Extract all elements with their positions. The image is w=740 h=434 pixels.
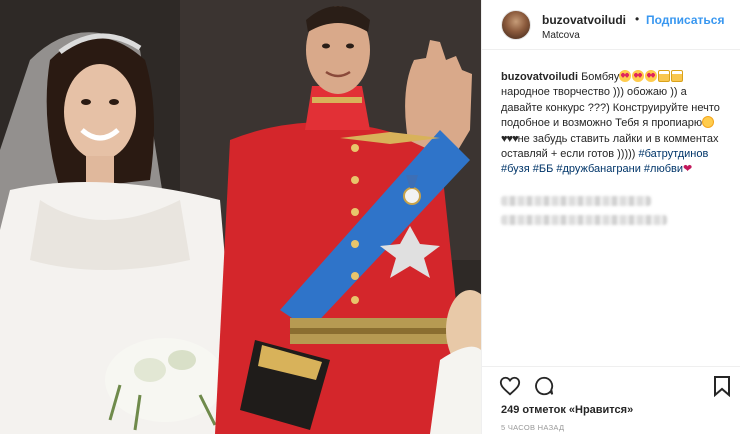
header-username[interactable]: buzovatvoiludi	[542, 13, 626, 27]
hashtag-link[interactable]: #любви	[644, 163, 683, 175]
avatar[interactable]	[501, 10, 531, 40]
likes-word: отметок «Нравится»	[522, 404, 634, 416]
post-sidebar: buzovatvoiludi • Подписаться Matcova buz…	[481, 0, 740, 434]
black-hearts-emoji-icon: ♥♥♥	[501, 132, 519, 145]
heart-outline-icon[interactable]	[499, 375, 521, 397]
post-footer: 249 отметок «Нравится» 5 ЧАСОВ НАЗАД	[482, 366, 740, 434]
post-timestamp[interactable]: 5 ЧАСОВ НАЗАД	[501, 423, 564, 432]
bookmark-icon[interactable]	[713, 375, 735, 398]
blurred-comment	[501, 196, 651, 206]
comment-bubble-icon[interactable]	[533, 375, 555, 397]
post-photo[interactable]	[0, 0, 481, 434]
follow-button[interactable]: Подписаться	[646, 13, 724, 27]
likes-count[interactable]: 249 отметок «Нравится»	[501, 404, 633, 416]
caption-text-2: народное творчество ))) обожаю )) а дава…	[501, 86, 720, 130]
hashtag-link[interactable]: #батрутдинов	[639, 148, 709, 160]
caption-text-1: Бомбяу	[581, 71, 620, 83]
red-heart-emoji-icon: ❤	[682, 163, 693, 176]
caption-username[interactable]: buzovatvoiludi	[501, 71, 578, 83]
cake-emoji-icon	[671, 70, 684, 82]
wedding-photo-illustration	[0, 0, 481, 434]
location-link[interactable]: Matcova	[542, 30, 580, 41]
heart-eyes-emoji-icon	[645, 70, 658, 82]
upside-down-smile-emoji-icon	[702, 116, 715, 129]
likes-number: 249	[501, 404, 520, 416]
cake-emoji-icon	[658, 70, 671, 82]
post-header: buzovatvoiludi • Подписаться Matcova	[482, 0, 740, 50]
hashtag-link[interactable]: #бузя	[501, 163, 530, 175]
post-caption: buzovatvoiludi Бомбяу народное творчеств…	[501, 70, 725, 178]
header-separator: •	[635, 12, 640, 26]
hashtag-link[interactable]: #дружбанаграни	[556, 163, 640, 175]
blurred-comment	[501, 215, 667, 225]
heart-eyes-emoji-icon	[632, 70, 645, 82]
hashtag-link[interactable]: #ББ	[533, 163, 554, 175]
heart-eyes-emoji-icon	[619, 70, 632, 82]
instagram-post: buzovatvoiludi • Подписаться Matcova buz…	[0, 0, 740, 434]
